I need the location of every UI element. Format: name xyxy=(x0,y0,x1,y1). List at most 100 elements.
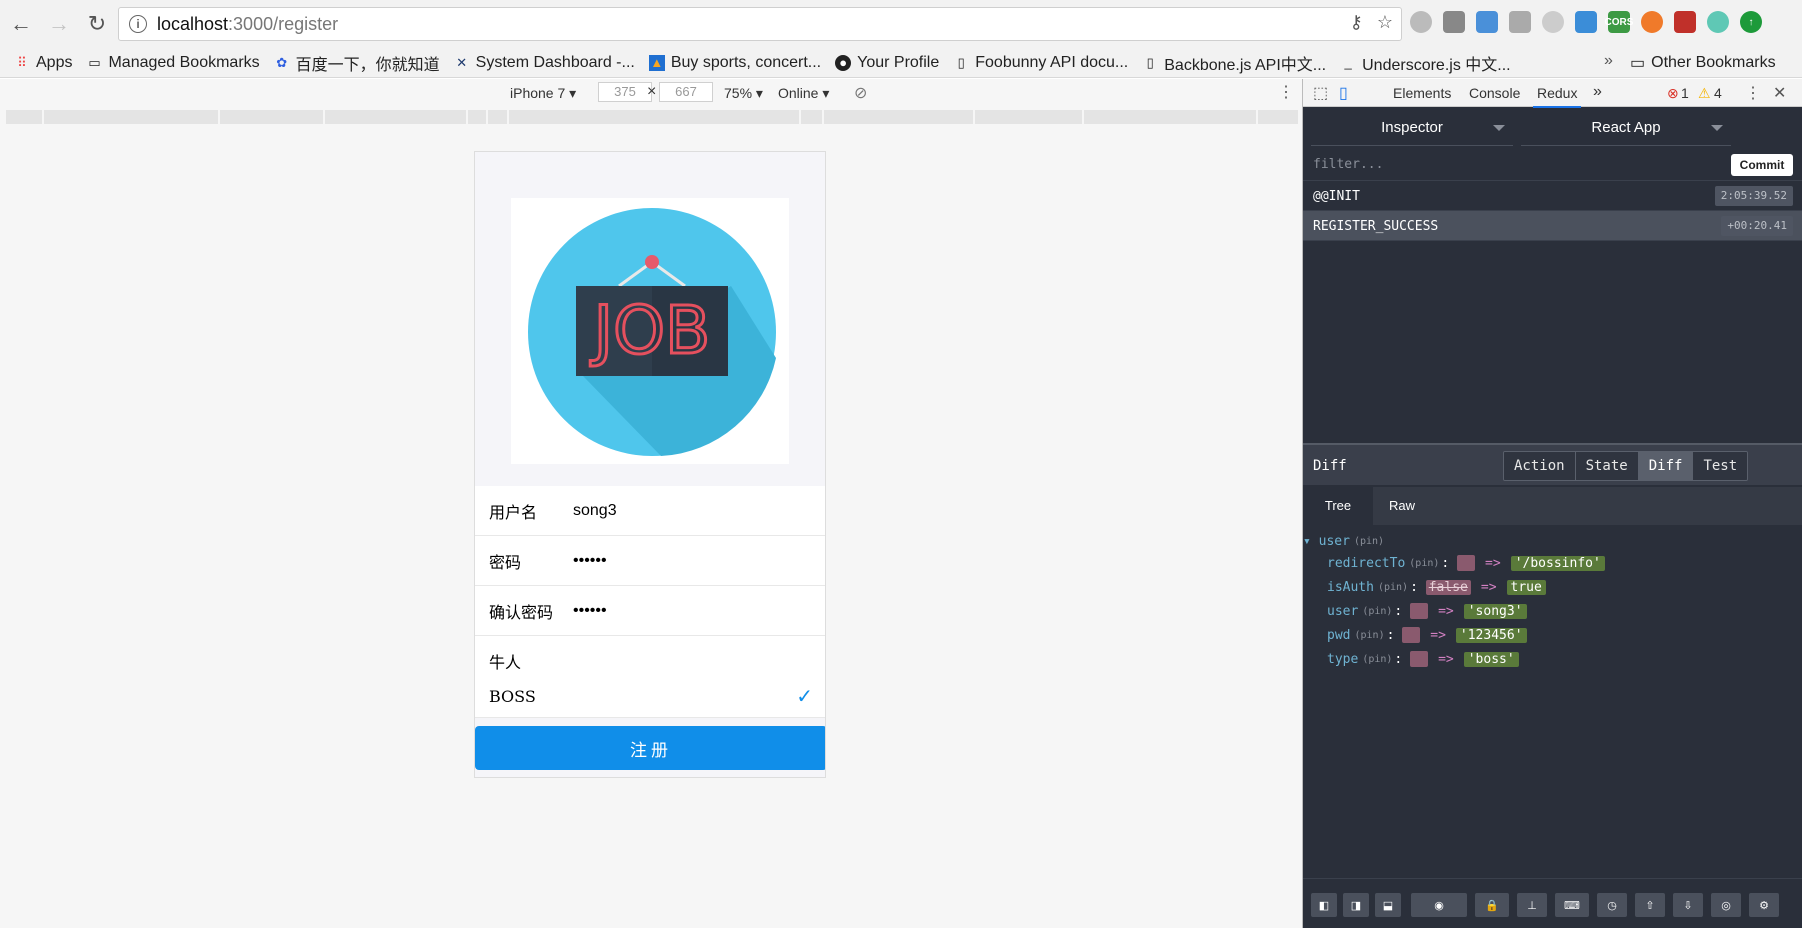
tree-root[interactable]: ▾ user (pin) xyxy=(1303,531,1386,551)
password-field[interactable]: 密码 •••••• xyxy=(475,536,825,586)
info-icon[interactable]: i xyxy=(129,15,147,33)
cors-extension-icon[interactable]: CORS xyxy=(1605,11,1633,33)
rotate-icon[interactable]: ⊘ xyxy=(854,83,867,103)
more-options-icon[interactable]: ⋮ xyxy=(1278,82,1294,102)
app-select[interactable]: React App xyxy=(1521,110,1731,146)
circle-extension-icon[interactable] xyxy=(1707,11,1729,33)
import-icon[interactable]: ⇩ xyxy=(1673,893,1703,917)
forward-button[interactable]: → xyxy=(42,7,76,41)
tab-test[interactable]: Test xyxy=(1692,452,1748,480)
camera-extension-icon[interactable] xyxy=(1443,11,1465,33)
keyboard-icon[interactable]: ⌨ xyxy=(1555,893,1589,917)
tab-console[interactable]: Console xyxy=(1469,85,1520,101)
role-option-boss[interactable]: BOSS ✓ xyxy=(475,676,825,718)
underscore-icon: _ xyxy=(1344,55,1352,70)
address-bar[interactable]: i localhost:3000/register ⚷ ☆ xyxy=(118,7,1402,41)
key-icon[interactable]: ⚷ xyxy=(1350,12,1363,33)
filter-input[interactable]: filter... xyxy=(1313,157,1383,172)
stamp-extension-icon[interactable] xyxy=(1509,11,1531,33)
star-icon[interactable]: ☆ xyxy=(1377,12,1393,33)
username-field[interactable]: 用户名 song3 xyxy=(475,486,825,536)
broadcast-icon[interactable]: ◎ xyxy=(1711,893,1741,917)
redux-footer-toolbar: ◧ ◨ ⬓ ◉ 🔒 ⊥ ⌨ ◷ ⇧ ⇩ ◎ ⚙ xyxy=(1303,878,1802,928)
github-icon: ● xyxy=(835,54,852,71)
remote-icon[interactable]: ◉ xyxy=(1411,893,1467,917)
devtools-menu-icon[interactable]: ⋮ xyxy=(1745,83,1761,103)
url-path: :3000/register xyxy=(228,13,339,34)
folder-icon: ▭ xyxy=(1630,55,1646,72)
old-value: false xyxy=(1425,579,1471,595)
page-viewport: iPhone 7 ▾ 375 × 667 75% ▾ Online ▾ ⊘ ⋮ … xyxy=(0,79,1302,928)
bookmark-managed[interactable]: ▭ Managed Bookmarks xyxy=(86,54,259,72)
pen-extension-icon[interactable] xyxy=(1476,11,1498,33)
phone-screen: JOB 用户名 song3 密码 •••••• 确认密码 •••••• 牛人 B… xyxy=(474,151,826,778)
device-select[interactable]: iPhone 7 ▾ xyxy=(510,85,576,102)
job-logo: JOB xyxy=(511,198,789,464)
tab-state[interactable]: State xyxy=(1574,452,1638,480)
tab-action[interactable]: Action xyxy=(1504,452,1575,480)
detail-title: Diff xyxy=(1313,458,1347,474)
bulb-extension-icon[interactable] xyxy=(1542,11,1564,33)
apps-grid-icon: ⠿ xyxy=(17,54,27,70)
bookmark-backbone[interactable]: ▯ Backbone.js API中文... xyxy=(1142,51,1326,75)
logo-text: JOB xyxy=(590,292,711,369)
bookmarks-bar: ⠿ Apps ▭ Managed Bookmarks ✿ 百度一下，你就知道 ✕ Sys… xyxy=(0,48,1802,78)
lock-icon[interactable]: 🔒 xyxy=(1475,893,1509,917)
action-filter[interactable]: filter... Commit xyxy=(1303,149,1802,181)
translate-extension-icon[interactable] xyxy=(1575,11,1597,33)
role-label: 牛人 xyxy=(489,652,522,672)
close-icon[interactable]: ✕ xyxy=(1773,83,1786,103)
expand-arrow-icon[interactable]: ▾ xyxy=(1303,534,1319,549)
pin-icon[interactable]: ⊥ xyxy=(1517,893,1547,917)
bookmark-foobunny[interactable]: ▯ Foobunny API docu... xyxy=(953,54,1129,72)
tree-entry: type (pin): => 'boss' xyxy=(1327,649,1519,669)
warning-count[interactable]: 4 xyxy=(1714,85,1722,101)
confirm-password-field[interactable]: 确认密码 •••••• xyxy=(475,586,825,636)
globe-extension-icon[interactable] xyxy=(1410,11,1432,33)
bookmark-apps[interactable]: ⠿ Apps xyxy=(14,54,72,72)
action-item-selected[interactable]: REGISTER_SUCCESS +00:20.41 xyxy=(1303,211,1802,241)
inspect-element-icon[interactable]: ⬚ xyxy=(1313,83,1328,103)
back-button[interactable]: ← xyxy=(4,7,38,41)
redux-extension-icon[interactable] xyxy=(1674,11,1696,33)
device-toggle-icon[interactable]: ▯ xyxy=(1339,83,1348,103)
left-panel-icon[interactable]: ◧ xyxy=(1311,893,1337,917)
bookmark-buy-sports[interactable]: ▲ Buy sports, concert... xyxy=(648,54,821,72)
export-icon[interactable]: ⇧ xyxy=(1635,893,1665,917)
bookmark-your-profile[interactable]: ● Your Profile xyxy=(835,54,939,72)
username-value[interactable]: song3 xyxy=(573,502,617,520)
tab-redux[interactable]: Redux xyxy=(1532,85,1582,108)
media-query-bar[interactable] xyxy=(6,110,1298,124)
action-timestamp: +00:20.41 xyxy=(1721,216,1793,236)
bookmark-underscore[interactable]: _ Underscore.js 中文... xyxy=(1340,51,1510,75)
tab-diff[interactable]: Diff xyxy=(1637,452,1693,480)
reload-button[interactable]: ↻ xyxy=(80,7,114,41)
password-value[interactable]: •••••• xyxy=(573,552,607,570)
zoom-select[interactable]: 75% ▾ xyxy=(724,85,763,102)
network-throttle-select[interactable]: Online ▾ xyxy=(778,85,829,102)
bottom-panel-icon[interactable]: ⬓ xyxy=(1375,893,1401,917)
confirm-password-value[interactable]: •••••• xyxy=(573,602,607,620)
bookmarks-overflow-button[interactable]: » xyxy=(1604,52,1613,70)
checkmark-icon: ✓ xyxy=(796,686,813,708)
more-tabs-button[interactable]: » xyxy=(1593,83,1602,101)
register-button[interactable]: 注册 xyxy=(475,726,825,770)
device-width-input[interactable]: 375 xyxy=(598,82,652,102)
monitor-select[interactable]: Inspector xyxy=(1311,110,1513,146)
action-item[interactable]: @@INIT 2:05:39.52 xyxy=(1303,181,1802,211)
right-panel-icon[interactable]: ◨ xyxy=(1343,893,1369,917)
target-extension-icon[interactable] xyxy=(1641,11,1663,33)
tab-tree[interactable]: Tree xyxy=(1303,487,1373,525)
bookmark-system-dashboard[interactable]: ✕ System Dashboard -... xyxy=(454,54,635,72)
settings-gear-icon[interactable]: ⚙ xyxy=(1749,893,1779,917)
timer-icon[interactable]: ◷ xyxy=(1597,893,1627,917)
commit-button[interactable]: Commit xyxy=(1731,154,1793,176)
other-bookmarks[interactable]: ▭ Other Bookmarks xyxy=(1630,53,1776,73)
upload-extension-icon[interactable]: ↑ xyxy=(1740,11,1762,33)
tree-entry: isAuth (pin): false => true xyxy=(1327,577,1546,597)
tab-raw[interactable]: Raw xyxy=(1367,487,1437,525)
device-height-input[interactable]: 667 xyxy=(659,82,713,102)
tab-elements[interactable]: Elements xyxy=(1393,85,1451,101)
error-count[interactable]: 1 xyxy=(1681,85,1689,101)
bookmark-baidu[interactable]: ✿ 百度一下，你就知道 xyxy=(274,51,439,75)
